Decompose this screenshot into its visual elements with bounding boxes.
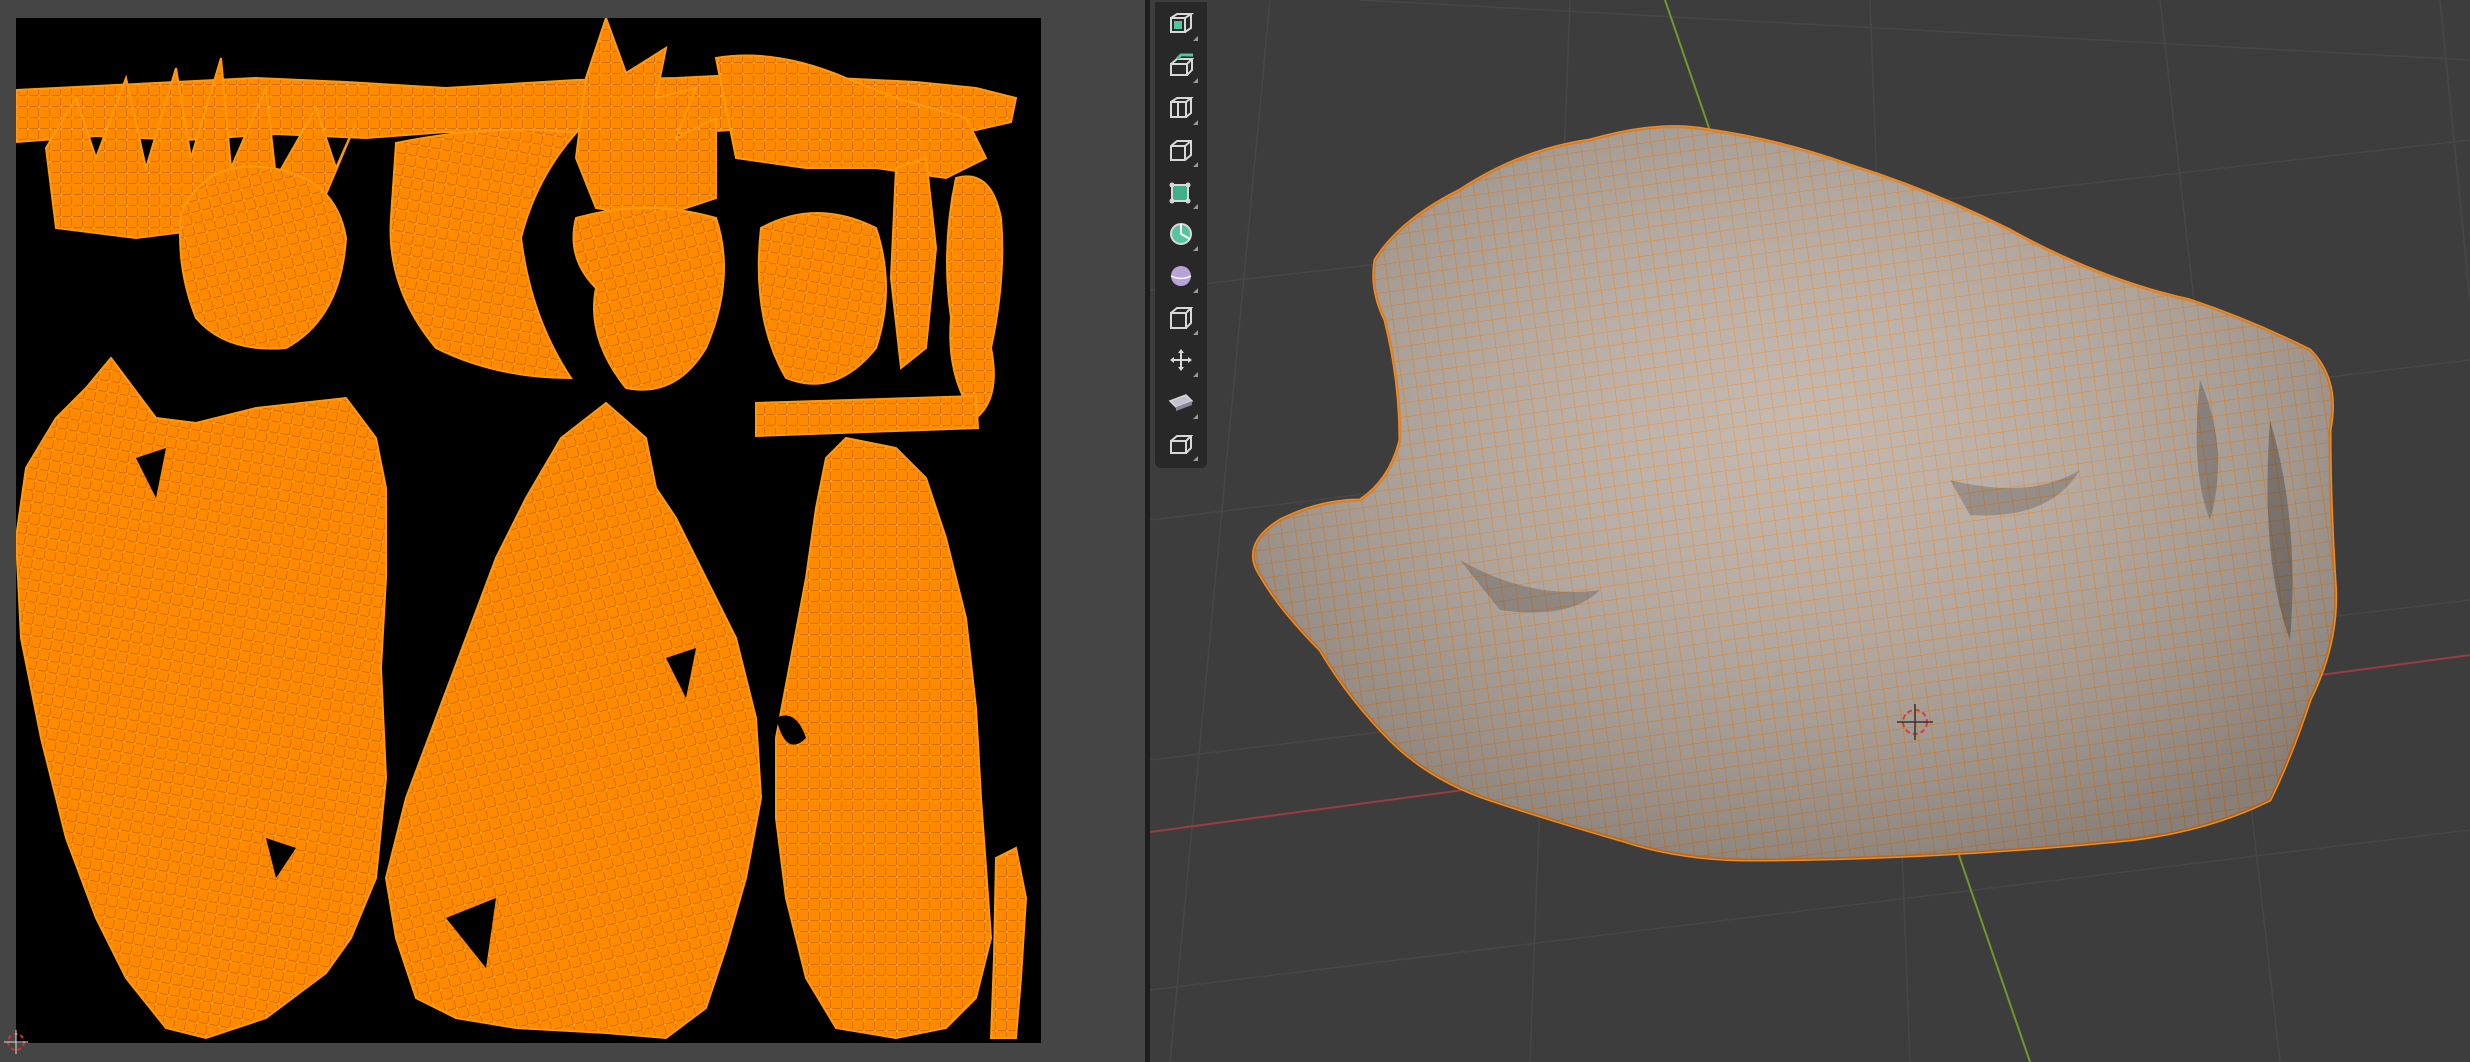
- 3d-viewport[interactable]: [1150, 0, 2470, 1062]
- uv-island-crescent: [389, 128, 579, 380]
- poly-build-icon[interactable]: [1163, 258, 1199, 294]
- uv-island-right-narrow: [946, 175, 1004, 420]
- uv-canvas[interactable]: [16, 18, 1041, 1043]
- bevel-icon[interactable]: [1163, 132, 1199, 168]
- uv-island-dome-left: [179, 165, 348, 350]
- uv-editor[interactable]: [0, 0, 1145, 1062]
- spin-icon[interactable]: [1163, 300, 1199, 336]
- uv-islands[interactable]: [16, 18, 1041, 1043]
- uv-island-right-narrow2: [889, 156, 938, 370]
- uv-island-center-mid: [572, 207, 725, 391]
- shear-icon[interactable]: [1163, 384, 1199, 420]
- inset-faces-icon[interactable]: [1163, 90, 1199, 126]
- viewport-scene[interactable]: [1150, 0, 2470, 1062]
- loop-cut-icon[interactable]: [1163, 174, 1199, 210]
- uv-island-large-middle: [384, 401, 763, 1040]
- uv-island-small-strip: [755, 394, 980, 438]
- extrude-region-icon[interactable]: [1163, 48, 1199, 84]
- rip-region-icon[interactable]: [1163, 426, 1199, 462]
- uv-2d-cursor-icon[interactable]: [4, 1030, 28, 1054]
- move-icon[interactable]: [1163, 342, 1199, 378]
- toolbar: [1155, 2, 1207, 468]
- uv-island-dome-right: [757, 212, 887, 385]
- uv-island-large-left: [16, 356, 388, 1040]
- uv-island-bottom-right: [989, 846, 1028, 1039]
- uv-island-right-top: [714, 54, 988, 180]
- knife-icon[interactable]: [1163, 216, 1199, 252]
- select-box-icon[interactable]: [1163, 6, 1199, 42]
- uv-island-large-right: [775, 436, 993, 1040]
